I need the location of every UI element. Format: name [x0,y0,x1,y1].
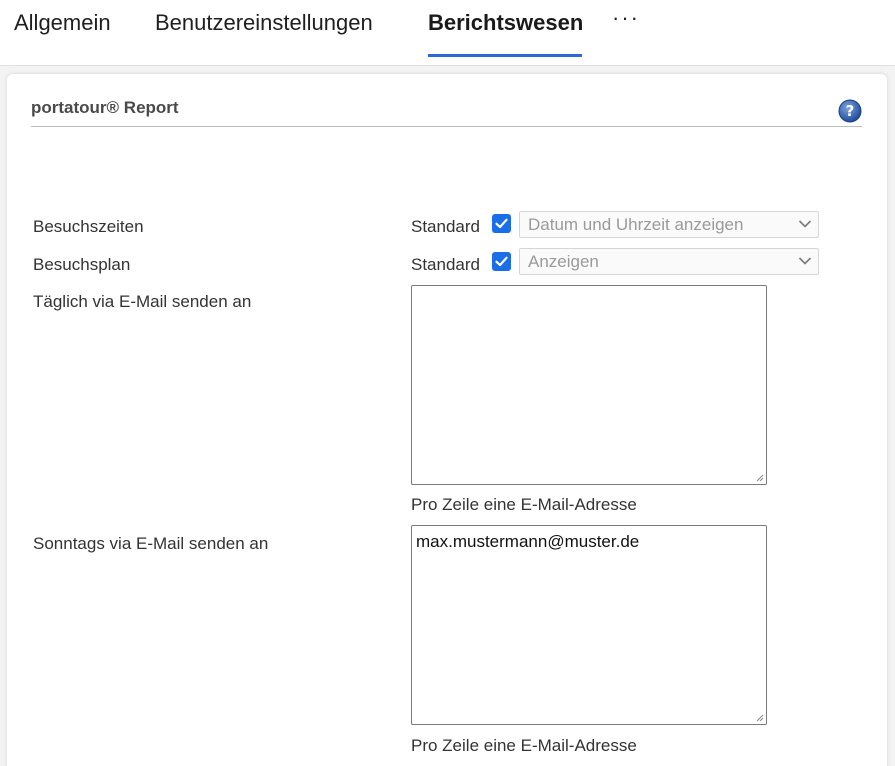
sonntags-email-hint: Pro Zeile eine E-Mail-Adresse [411,736,637,755]
tab-allgemein[interactable]: Allgemein [14,9,111,39]
besuchszeiten-select-value: Datum und Uhrzeit anzeigen [528,215,744,234]
sonntags-email-textarea[interactable]: max.mustermann@muster.de [411,525,767,725]
sonntags-email-value: max.mustermann@muster.de [416,532,640,551]
besuchszeiten-label: Besuchszeiten [33,217,144,236]
sonntags-email-label: Sonntags via E-Mail senden an [33,534,269,553]
check-icon [495,256,508,267]
section-divider [31,126,862,127]
svg-text:?: ? [846,102,855,120]
section-title: portatour® Report [31,98,179,117]
taeglich-email-label: Täglich via E-Mail senden an [33,292,252,311]
active-tab-indicator [428,54,582,57]
chevron-down-icon [798,220,812,228]
check-icon [495,218,508,229]
question-circle-icon[interactable]: ? [838,99,862,123]
tab-benutzereinstellungen[interactable]: Benutzereinstellungen [155,9,373,39]
tab-berichtswesen[interactable]: Berichtswesen [428,9,583,39]
resize-grip-icon[interactable] [755,713,764,722]
resize-grip-icon[interactable] [755,473,764,482]
tab-bar: Allgemein Benutzereinstellungen Berichts… [0,0,895,66]
besuchszeiten-standard-checkbox[interactable] [492,214,511,233]
besuchsplan-label: Besuchsplan [33,255,131,274]
chevron-down-icon [798,257,812,265]
besuchsplan-select[interactable]: Anzeigen [519,248,819,275]
besuchszeiten-select[interactable]: Datum und Uhrzeit anzeigen [519,211,819,238]
taeglich-email-textarea[interactable] [411,285,767,485]
besuchsplan-standard-checkbox[interactable] [492,252,511,271]
besuchszeiten-standard-label: Standard [411,217,480,236]
besuchsplan-select-value: Anzeigen [528,252,599,271]
besuchsplan-standard-label: Standard [411,255,480,274]
tab-more-button[interactable]: ··· [612,4,640,34]
taeglich-email-hint: Pro Zeile eine E-Mail-Adresse [411,495,637,514]
